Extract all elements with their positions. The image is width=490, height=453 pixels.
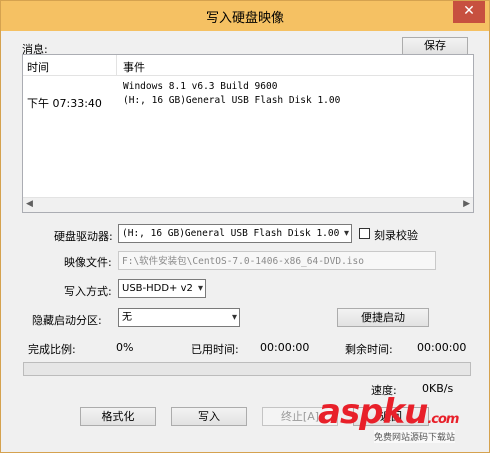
write-button[interactable]: 写入 bbox=[171, 407, 247, 426]
progress-label: 完成比例: bbox=[28, 343, 76, 356]
drive-label: 硬盘驱动器: bbox=[54, 230, 113, 243]
chevron-down-icon: ▾ bbox=[197, 283, 203, 294]
image-file-label: 映像文件: bbox=[64, 256, 112, 269]
chevron-down-icon: ▾ bbox=[231, 312, 237, 323]
aspku-watermark: aspku.com 免费网站源码下载站 bbox=[318, 392, 486, 450]
column-header-time[interactable]: 时间 bbox=[27, 59, 49, 75]
log-row-event: Windows 8.1 v6.3 Build 9600 bbox=[123, 81, 278, 92]
drive-select-value: (H:, 16 GB)General USB Flash Disk 1.00 bbox=[122, 228, 340, 239]
message-log[interactable]: 时间 事件 Windows 8.1 v6.3 Build 9600 下午 07:… bbox=[22, 54, 474, 213]
drive-select[interactable]: (H:, 16 GB)General USB Flash Disk 1.00 ▾ bbox=[118, 224, 352, 243]
log-header: 时间 事件 bbox=[23, 55, 473, 76]
remaining-time-label: 剩余时间: bbox=[345, 343, 393, 356]
hidden-partition-value: 无 bbox=[122, 312, 132, 323]
image-file-path: F:\软件安装包\CentOS-7.0-1406-x86_64-DVD.iso bbox=[122, 256, 364, 267]
scroll-left-icon[interactable]: ◀ bbox=[26, 199, 33, 209]
write-method-value: USB-HDD+ v2 bbox=[122, 283, 193, 294]
write-disk-image-window: 写入硬盘映像 ✕ 消息: 保存 时间 事件 Windows 8.1 v6.3 B… bbox=[0, 0, 490, 453]
quick-boot-button[interactable]: 便捷启动 bbox=[337, 308, 429, 327]
watermark-logo-suffix: .com bbox=[427, 412, 459, 427]
watermark-logo-text: aspku bbox=[318, 392, 428, 432]
elapsed-time-label: 已用时间: bbox=[191, 343, 239, 356]
save-log-button[interactable]: 保存 bbox=[402, 37, 468, 55]
title-bar[interactable]: 写入硬盘映像 ✕ bbox=[1, 1, 489, 31]
watermark-subtitle: 免费网站源码下载站 bbox=[374, 430, 456, 443]
remaining-time-value: 00:00:00 bbox=[417, 341, 467, 354]
image-file-field[interactable]: F:\软件安装包\CentOS-7.0-1406-x86_64-DVD.iso bbox=[118, 251, 436, 270]
write-method-label: 写入方式: bbox=[64, 285, 112, 298]
verify-checkbox[interactable] bbox=[359, 228, 370, 239]
watermark-logo: aspku.com bbox=[318, 392, 459, 432]
hidden-partition-select[interactable]: 无 ▾ bbox=[118, 308, 240, 327]
write-method-select[interactable]: USB-HDD+ v2 ▾ bbox=[118, 279, 206, 298]
chevron-down-icon: ▾ bbox=[343, 228, 349, 239]
verify-label[interactable]: 刻录校验 bbox=[374, 227, 418, 243]
elapsed-time-value: 00:00:00 bbox=[260, 341, 310, 354]
log-horizontal-scrollbar[interactable]: ◀ ▶ bbox=[23, 197, 473, 212]
format-button[interactable]: 格式化 bbox=[80, 407, 156, 426]
column-divider[interactable] bbox=[116, 55, 117, 75]
close-icon: ✕ bbox=[463, 3, 475, 19]
close-button[interactable]: ✕ bbox=[453, 1, 485, 23]
progress-value: 0% bbox=[116, 341, 134, 354]
hidden-partition-label: 隐藏启动分区: bbox=[32, 314, 102, 327]
window-title: 写入硬盘映像 bbox=[205, 11, 284, 26]
scroll-right-icon[interactable]: ▶ bbox=[463, 199, 470, 209]
log-row-event: (H:, 16 GB)General USB Flash Disk 1.00 bbox=[123, 95, 341, 106]
dialog-content: 消息: 保存 时间 事件 Windows 8.1 v6.3 Build 9600… bbox=[8, 31, 483, 447]
write-progress-bar bbox=[23, 362, 471, 376]
column-header-event[interactable]: 事件 bbox=[123, 59, 145, 75]
log-row-time: 下午 07:33:40 bbox=[27, 97, 102, 110]
